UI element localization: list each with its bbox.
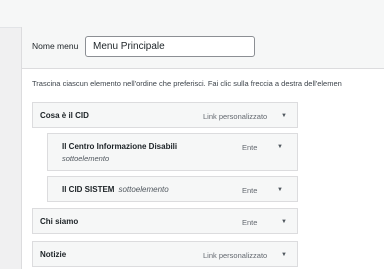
menu-item-subtitle: sottoelemento	[62, 154, 110, 163]
menu-item-title: Il Centro Informazione Disabili	[62, 142, 178, 151]
menu-item-type: Ente	[242, 186, 258, 195]
menu-name-input[interactable]	[85, 36, 255, 57]
menu-item-title: Cosa è il CID	[40, 111, 89, 120]
menu-item-toggle-arrow-icon[interactable]: ▼	[279, 217, 289, 227]
menu-item-title: Il CID SISTEM sottoelemento	[62, 185, 169, 194]
menu-item-cosa-e-il-cid[interactable]: Cosa è il CID Link personalizzato ▼	[32, 102, 298, 128]
menu-item-toggle-arrow-icon[interactable]: ▼	[275, 185, 285, 195]
menu-item-chi-siamo[interactable]: Chi siamo Ente ▼	[32, 208, 298, 234]
menu-item-type: Ente	[242, 143, 258, 152]
menu-item-title: Notizie	[40, 250, 67, 259]
menu-item-centro-informazione-disabili[interactable]: Il Centro Informazione Disabili sottoele…	[47, 133, 298, 171]
menu-item-subtitle: sottoelemento	[118, 185, 169, 194]
menu-name-label: Nome menu	[32, 41, 79, 51]
menu-item-type: Ente	[242, 218, 258, 227]
menu-item-notizie[interactable]: Notizie Link personalizzato ▼	[32, 241, 298, 267]
menu-item-title-text: Il CID SISTEM	[62, 185, 115, 194]
menu-item-toggle-arrow-icon[interactable]: ▼	[279, 250, 289, 260]
menu-item-toggle-arrow-icon[interactable]: ▼	[275, 142, 285, 152]
menu-item-type: Link personalizzato	[203, 112, 268, 121]
menu-item-title: Chi siamo	[40, 217, 79, 226]
menu-item-type: Link personalizzato	[203, 251, 268, 260]
top-bar	[0, 0, 384, 28]
instructions-text: Trascina ciascun elemento nell'ordine ch…	[32, 79, 342, 88]
menu-item-toggle-arrow-icon[interactable]: ▼	[279, 111, 289, 121]
menu-item-cid-sistem[interactable]: Il CID SISTEM sottoelemento Ente ▼	[47, 176, 298, 202]
menu-edit-panel: Nome menu Trascina ciascun elemento nell…	[21, 27, 384, 269]
menu-name-bar: Nome menu	[22, 27, 384, 69]
